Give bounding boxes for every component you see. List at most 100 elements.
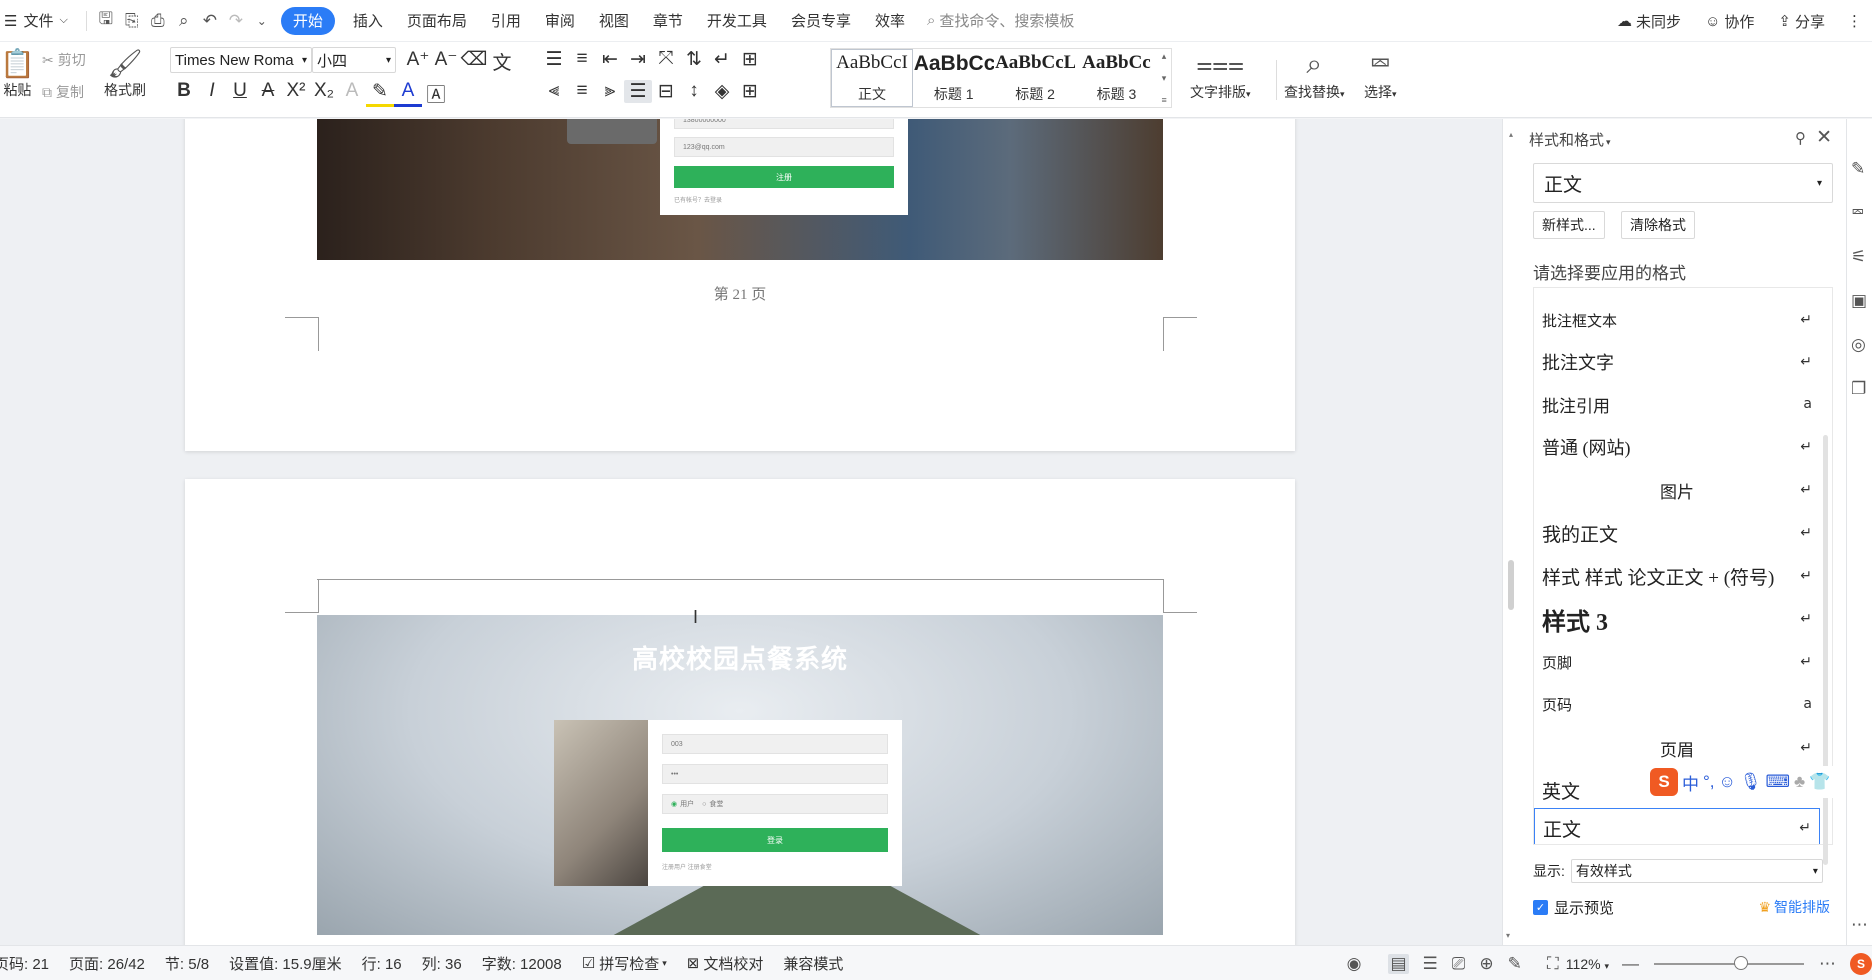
font-size-select[interactable]: 小四 ▾ <box>312 47 396 73</box>
show-preview-checkbox[interactable]: ✓ 显示预览 <box>1533 897 1614 918</box>
tab-efficiency[interactable]: 效率 <box>863 7 917 35</box>
copy-panel-icon[interactable]: ❐ <box>1851 379 1866 399</box>
sync-button[interactable]: ☁ 未同步 <box>1605 7 1693 35</box>
strikethrough-icon[interactable]: A <box>254 80 282 107</box>
tab-ruler-icon[interactable]: ⊞ <box>736 48 764 71</box>
adjust-icon[interactable]: ⚟ <box>1851 247 1866 267</box>
style-brush-icon[interactable]: ✎ <box>1851 159 1865 179</box>
list-item[interactable]: 页眉 ↵ <box>1534 728 1820 768</box>
style-gallery-scroll[interactable]: ▴ ▾ ≡ <box>1157 49 1171 107</box>
style-heading-1[interactable]: AaBbCcI 标题 1 <box>913 49 994 107</box>
column-status[interactable]: 列: 36 <box>422 953 462 974</box>
page-view-icon[interactable]: ▤ <box>1388 953 1409 974</box>
keyboard-icon[interactable]: ⌨ <box>1765 772 1790 792</box>
emoji-icon[interactable]: ☺ <box>1719 772 1736 792</box>
subscript-icon[interactable]: X₂ <box>310 80 338 107</box>
share-button[interactable]: ⇪ 分享 <box>1766 7 1837 35</box>
microphone-icon[interactable]: 🎙 <box>1740 772 1762 792</box>
font-name-select[interactable]: Times New Roma ▾ <box>170 47 312 73</box>
more-horizontal-icon[interactable]: ⋯ <box>1851 915 1868 935</box>
bold-icon[interactable]: B <box>170 80 198 107</box>
chinese-layout-icon[interactable]: ⤧ <box>652 48 680 71</box>
quick-access-more-icon[interactable]: ⌄ <box>249 8 275 34</box>
highlight-icon[interactable]: ✎ <box>366 80 394 107</box>
zoom-in-icon[interactable]: ⋯ <box>1819 954 1836 974</box>
list-item[interactable]: 批注文字 ↵ <box>1534 342 1820 382</box>
punctuation-icon[interactable]: °, <box>1703 772 1715 792</box>
text-layout-button[interactable]: ⩶ 文字排版▾ <box>1190 46 1251 102</box>
tab-section[interactable]: 章节 <box>641 7 695 35</box>
page-count-status[interactable]: 页面: 26/42 <box>69 953 145 974</box>
section-status[interactable]: 节: 5/8 <box>165 953 209 974</box>
page-code-status[interactable]: 页码: 21 <box>0 953 49 974</box>
wps-logo-icon[interactable]: S <box>1850 952 1872 975</box>
bullet-list-icon[interactable]: ☰ <box>540 48 568 71</box>
tab-home[interactable]: 开始 <box>280 6 335 35</box>
document-canvas[interactable]: 13800000000 123@qq.com 注册 已有帐号？去登录 第 21 … <box>0 119 1502 945</box>
spell-check-button[interactable]: ☑ 拼写检查 ▾ <box>582 953 667 974</box>
tab-review[interactable]: 审阅 <box>533 7 587 35</box>
fit-page-icon[interactable]: ⛶ <box>1547 954 1559 974</box>
clear-format-icon[interactable]: ⌫ <box>460 48 488 75</box>
text-effect-icon[interactable]: A <box>338 80 366 107</box>
new-style-button[interactable]: 新样式... <box>1533 211 1605 239</box>
tab-developer[interactable]: 开发工具 <box>695 7 779 35</box>
align-center-icon[interactable]: ≡ <box>568 80 596 103</box>
smart-layout-button[interactable]: ♛ 智能排版 <box>1758 897 1830 917</box>
list-item[interactable]: 页码 a <box>1534 684 1820 724</box>
zoom-slider-handle[interactable] <box>1734 955 1748 970</box>
eye-protection-icon[interactable]: ◉ <box>1347 954 1362 974</box>
phonetic-icon[interactable]: 文 <box>488 48 516 75</box>
pin-icon[interactable]: ⚲ <box>1795 129 1806 147</box>
panel-scrollbar[interactable]: ▴ ▾ <box>1506 130 1516 940</box>
font-color-icon[interactable]: A <box>394 80 422 107</box>
collab-button[interactable]: ☺ 协作 <box>1693 7 1766 35</box>
reading-view-icon[interactable]: ⎚ <box>1452 954 1466 974</box>
style-heading-3[interactable]: AaBbCc 标题 3 <box>1076 49 1157 107</box>
borders-icon[interactable]: ⊞ <box>736 80 764 103</box>
numbered-list-icon[interactable]: ≡ <box>568 48 596 71</box>
shirt-icon[interactable]: 👕 <box>1809 772 1830 792</box>
zoom-slider[interactable] <box>1654 955 1804 970</box>
line-spacing-icon[interactable]: ↕ <box>680 80 708 103</box>
tab-references[interactable]: 引用 <box>479 7 533 35</box>
list-item[interactable]: 样式 3 ↵ <box>1534 599 1820 639</box>
write-mode-icon[interactable]: ✎ <box>1508 954 1522 974</box>
list-item-selected[interactable]: 正文 ↵ <box>1534 808 1820 844</box>
word-count-status[interactable]: 字数: 12008 <box>482 953 562 974</box>
list-item[interactable]: 页脚 ↵ <box>1534 642 1820 682</box>
outline-view-icon[interactable]: ☰ <box>1423 954 1438 974</box>
justify-icon[interactable]: ☰ <box>624 80 652 103</box>
command-search[interactable]: ⌕ 查找命令、搜索模板 <box>927 10 1074 31</box>
grow-font-icon[interactable]: A⁺ <box>404 48 432 75</box>
superscript-icon[interactable]: X² <box>282 80 310 107</box>
more-icon[interactable]: ⋮ <box>1837 7 1872 35</box>
cut-button[interactable]: ✂ 剪切 <box>42 50 86 70</box>
panel-title[interactable]: 样式和格式 ▾ <box>1529 129 1611 150</box>
redo-icon[interactable]: ↷ <box>223 8 249 34</box>
close-icon[interactable]: ✕ <box>1816 126 1832 149</box>
select-button[interactable]: ⮹ 选择▾ <box>1364 46 1397 102</box>
clear-format-button[interactable]: 清除格式 <box>1621 211 1695 239</box>
sort-icon[interactable]: ⇅ <box>680 48 708 71</box>
find-replace-button[interactable]: ⌕ 查找替换▾ <box>1284 46 1345 102</box>
zoom-select[interactable]: 112% ▾ <box>1566 956 1609 972</box>
style-heading-2[interactable]: AaBbCcL 标题 2 <box>994 49 1075 107</box>
char-border-icon[interactable]: 🄰 <box>422 80 450 107</box>
print-preview-icon[interactable]: ⌕ <box>171 8 197 34</box>
sogou-logo-icon[interactable]: S <box>1650 768 1678 796</box>
tab-view[interactable]: 视图 <box>587 7 641 35</box>
web-view-icon[interactable]: ⊕ <box>1479 954 1493 974</box>
increase-indent-icon[interactable]: ⇥ <box>624 48 652 71</box>
list-scrollbar[interactable] <box>1823 435 1828 865</box>
distribute-icon[interactable]: ⊟ <box>652 80 680 103</box>
select-pointer-icon[interactable]: ⮹ <box>1851 203 1865 223</box>
undo-icon[interactable]: ↶ <box>197 8 223 34</box>
underline-icon[interactable]: U <box>226 80 254 107</box>
list-item[interactable]: 样式 样式 论文正文 + (符号) ↵ <box>1534 556 1820 596</box>
align-right-icon[interactable]: ⫸ <box>596 80 624 103</box>
export-icon[interactable]: ⎘ <box>119 8 145 34</box>
align-left-icon[interactable]: ⫷ <box>540 80 568 103</box>
italic-icon[interactable]: I <box>198 80 226 107</box>
print-icon[interactable]: ⎙ <box>145 8 171 34</box>
